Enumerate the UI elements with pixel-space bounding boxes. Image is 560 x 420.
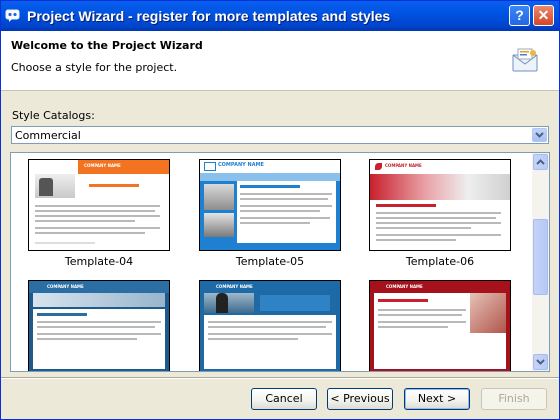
template-gallery[interactable]: COMPANY NAME Template-04 COMPANY NAME Te…: [10, 152, 550, 372]
template-07[interactable]: COMPANY NAME: [28, 280, 170, 371]
chevron-up-icon: [536, 159, 545, 165]
template-06[interactable]: COMPANY NAME Template-06: [369, 159, 511, 268]
template-06-logo: COMPANY NAME: [385, 163, 422, 168]
chevron-down-icon: [536, 359, 545, 365]
title-bar[interactable]: Project Wizard - register for more templ…: [1, 1, 559, 31]
template-05-logo: COMPANY NAME: [218, 162, 264, 168]
template-05-label: Template-05: [235, 255, 305, 268]
template-04-logo: COMPANY NAME: [84, 163, 121, 168]
dropdown-arrow-button[interactable]: [532, 128, 547, 142]
template-04[interactable]: COMPANY NAME Template-04: [28, 159, 170, 268]
template-07-thumbnail[interactable]: COMPANY NAME: [28, 280, 170, 371]
template-09-thumbnail[interactable]: COMPANY NAME: [369, 280, 511, 371]
next-button[interactable]: Next >: [404, 388, 470, 410]
template-05-thumbnail[interactable]: COMPANY NAME: [199, 159, 341, 251]
gallery-scrollbar[interactable]: [532, 153, 549, 371]
window-title: Project Wizard - register for more templ…: [27, 8, 391, 24]
style-catalog-dropdown[interactable]: Commercial: [11, 126, 549, 144]
template-06-label: Template-06: [405, 255, 475, 268]
help-button[interactable]: ?: [509, 5, 530, 26]
previous-button[interactable]: < Previous: [327, 388, 393, 410]
chevron-down-icon: [535, 132, 544, 138]
template-09-logo: COMPANY NAME: [386, 284, 423, 289]
footer-divider: [1, 377, 559, 379]
template-09[interactable]: COMPANY NAME: [369, 280, 511, 371]
scroll-thumb[interactable]: [533, 219, 548, 295]
template-04-label: Template-04: [64, 255, 134, 268]
project-wizard-window: Project Wizard - register for more templ…: [0, 0, 560, 420]
style-catalog-value: Commercial: [15, 129, 81, 142]
cancel-button[interactable]: Cancel: [251, 388, 317, 410]
scroll-up-button[interactable]: [533, 154, 548, 170]
template-06-thumbnail[interactable]: COMPANY NAME: [369, 159, 511, 251]
finish-button[interactable]: Finish: [481, 388, 547, 410]
close-button[interactable]: ✕: [533, 5, 554, 26]
template-08[interactable]: COMPANY NAME: [199, 280, 341, 371]
wizard-header: Welcome to the Project Wizard Choose a s…: [1, 31, 559, 91]
wizard-title: Welcome to the Project Wizard: [11, 39, 203, 52]
wizard-subtitle: Choose a style for the project.: [11, 61, 178, 74]
template-08-thumbnail[interactable]: COMPANY NAME: [199, 280, 341, 371]
style-catalogs-label: Style Catalogs:: [12, 109, 95, 122]
wizard-envelope-icon: [512, 48, 538, 72]
app-icon: [5, 9, 20, 22]
template-08-logo: COMPANY NAME: [216, 284, 253, 289]
scroll-down-button[interactable]: [533, 354, 548, 370]
template-04-thumbnail[interactable]: COMPANY NAME: [28, 159, 170, 251]
template-07-logo: COMPANY NAME: [47, 284, 84, 289]
template-05[interactable]: COMPANY NAME Template-05: [199, 159, 341, 268]
